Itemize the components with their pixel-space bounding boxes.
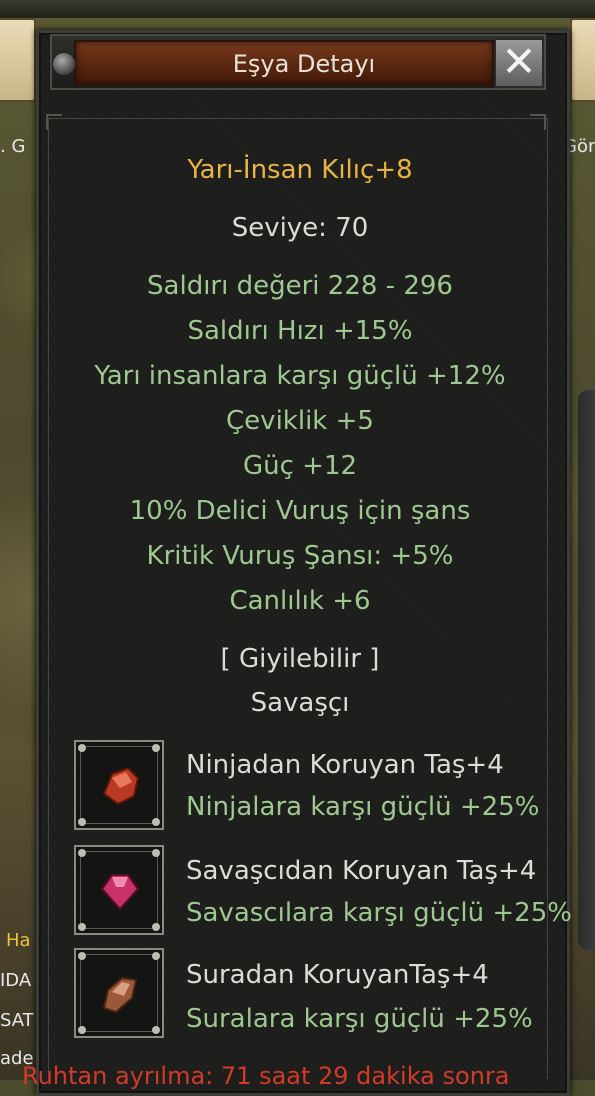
frame-corner [530, 114, 546, 130]
titlebar-knob-icon [52, 52, 76, 76]
socket-slot[interactable] [74, 740, 164, 830]
stat-attack-value: Saldırı değeri 228 - 296 [147, 271, 453, 301]
top-toolbar [0, 0, 595, 18]
stat-half-human-bonus: Yarı insanlara karşı güçlü +12% [94, 361, 506, 391]
left-edge-label: SAT [0, 1010, 34, 1031]
close-button[interactable]: ✕ [494, 38, 544, 88]
pink-gem-icon [100, 874, 140, 911]
left-edge-label: IDA [0, 970, 32, 991]
wearable-label: [ Giyilebilir ] [220, 644, 380, 674]
item-level: Seviye: 70 [231, 213, 369, 243]
stat-piercing-chance: 10% Delici Vuruş için şans [129, 496, 471, 526]
soulbind-timer-notice: Ruhtan ayrılma: 71 saat 29 dakika sonra [22, 1062, 510, 1090]
quest-scroll-icon[interactable] [570, 18, 595, 102]
socket-slot[interactable] [74, 845, 164, 935]
left-edge-label: . G [0, 136, 26, 157]
window-title: Eşya Detayı [232, 50, 376, 78]
stat-dexterity: Çeviklik +5 [226, 406, 374, 436]
class-label: Savaşçı [250, 688, 350, 718]
socket-stone-bonus: Ninjalara karşı güçlü +25% [186, 792, 540, 822]
chat-scrollbar[interactable] [578, 390, 595, 950]
socket-slot[interactable] [74, 948, 164, 1038]
red-gem-icon [102, 766, 140, 806]
brown-gem-icon [102, 976, 138, 1014]
socket-stone-bonus: Savascılara karşı güçlü +25% [186, 898, 572, 928]
socket-stone-name: Savaşcıdan Koruyan Taş+4 [186, 856, 537, 886]
stat-critical-chance: Kritik Vuruş Şansı: +5% [146, 541, 454, 571]
socket-stone-name: Suradan KoruyanTaş+4 [186, 960, 489, 990]
stat-strength: Güç +12 [242, 451, 358, 481]
stat-attack-speed: Saldırı Hızı +15% [187, 316, 413, 346]
socket-stone-name: Ninjadan Koruyan Taş+4 [186, 750, 504, 780]
frame-corner [46, 114, 62, 130]
left-edge-label: Ha [6, 930, 31, 951]
stat-vitality: Canlılık +6 [229, 586, 371, 616]
item-name: Yarı-İnsan Kılıç+8 [187, 155, 413, 185]
socket-stone-bonus: Suralara karşı güçlü +25% [186, 1004, 533, 1034]
map-scroll-icon[interactable] [0, 18, 36, 102]
